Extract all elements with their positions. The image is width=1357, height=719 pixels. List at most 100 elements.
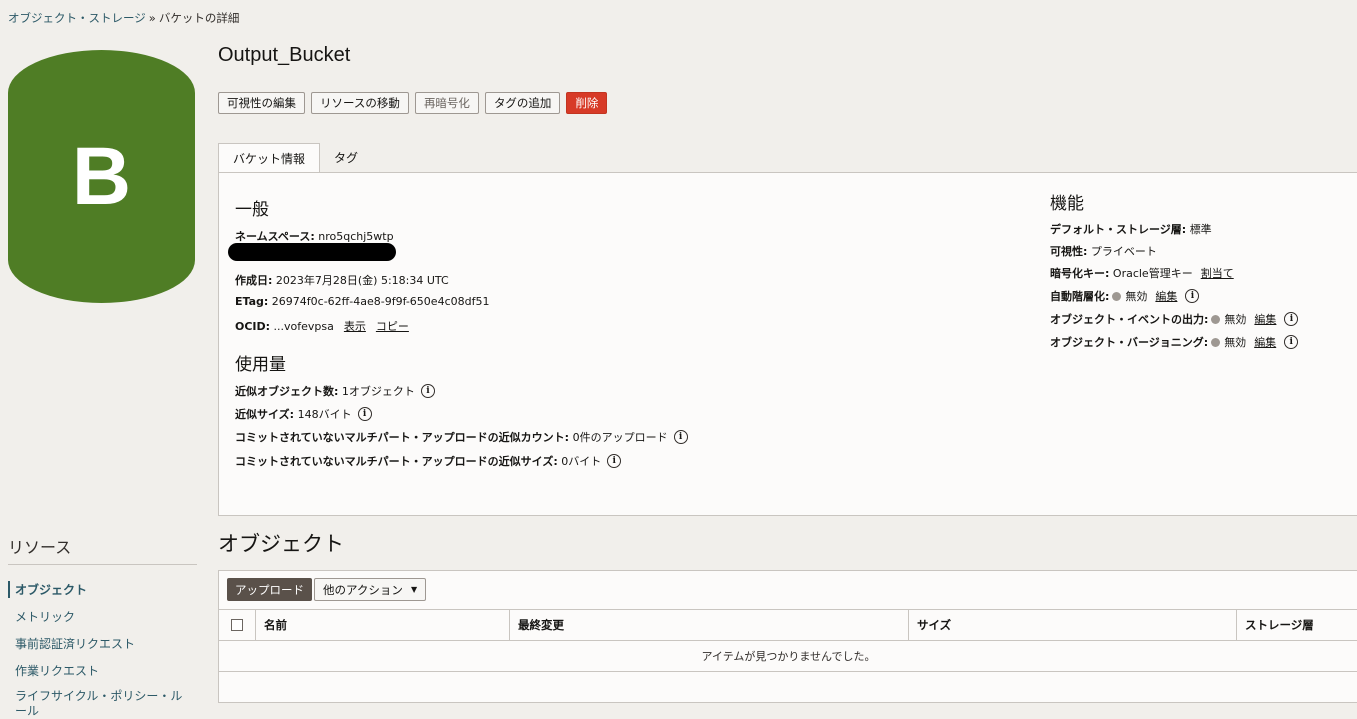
resources-heading: リソース (8, 538, 72, 557)
multipart-count-row: コミットされていないマルチパート・アップロードの近似カウント: 0件のアップロー… (235, 429, 688, 445)
resource-item-preauth-requests[interactable]: 事前認証済リクエスト (8, 635, 135, 652)
events-label: オブジェクト・イベントの出力: (1050, 313, 1209, 326)
etag-label: ETag: (235, 295, 269, 308)
ocid-copy-link[interactable]: コピー (376, 318, 409, 334)
column-name[interactable]: 名前 (255, 610, 509, 640)
redaction-mark (228, 243, 396, 261)
auto-tiering-label: 自動階層化: (1050, 290, 1110, 303)
bucket-avatar: B (8, 50, 195, 303)
breadcrumb-object-storage-link[interactable]: オブジェクト・ストレージ (8, 11, 146, 25)
encryption-row: 暗号化キー: Oracle管理キー 割当て (1050, 265, 1234, 281)
more-actions-button[interactable]: 他のアクション ▼ (314, 578, 427, 601)
general-heading: 一般 (235, 200, 269, 220)
column-size[interactable]: サイズ (908, 610, 1236, 640)
page-title: Output_Bucket (218, 44, 351, 66)
caret-down-icon: ▼ (410, 585, 418, 594)
multipart-size-row: コミットされていないマルチパート・アップロードの近似サイズ: 0バイト i (235, 453, 622, 469)
tab-bar: バケット情報 タグ (218, 143, 372, 173)
info-icon[interactable]: i (420, 384, 435, 398)
resource-item-lifecycle-rules[interactable]: ライフサイクル・ポリシー・ルール (8, 689, 185, 719)
visibility-row: 可視性: プライベート (1050, 243, 1157, 259)
encryption-label: 暗号化キー: (1050, 267, 1110, 280)
default-tier-label: デフォルト・ストレージ層: (1050, 223, 1187, 236)
select-all-cell (219, 610, 255, 640)
upload-button[interactable]: アップロード (227, 578, 312, 601)
more-actions-label: 他のアクション (323, 582, 403, 597)
approx-size-row: 近似サイズ: 148バイト i (235, 406, 372, 422)
visibility-value: プライベート (1090, 245, 1157, 258)
objects-panel: アップロード 他のアクション ▼ 名前 最終変更 サイズ ストレージ層 アイテム… (218, 570, 1357, 703)
status-dot-icon (1112, 291, 1122, 301)
namespace-row: ネームスペース: nro5qchj5wtp (235, 228, 394, 244)
versioning-label: オブジェクト・バージョニング: (1050, 336, 1209, 349)
multipart-size-value: 0バイト (561, 455, 602, 468)
auto-tiering-value: 無効 (1125, 290, 1148, 303)
action-bar: 可視性の編集 リソースの移動 再暗号化 タグの追加 削除 (218, 92, 608, 114)
ocid-row: OCID: ...vofevpsa 表示 コピー (235, 318, 409, 334)
versioning-value: 無効 (1224, 336, 1247, 349)
namespace-value: nro5qchj5wtp (318, 229, 394, 243)
versioning-row: オブジェクト・バージョニング: 無効 編集 i (1050, 334, 1299, 350)
add-tag-button[interactable]: タグの追加 (484, 92, 561, 114)
tab-bucket-info[interactable]: バケット情報 (218, 143, 321, 173)
created-row: 作成日: 2023年7月28日(金) 5:18:34 UTC (235, 272, 449, 288)
delete-button[interactable]: 削除 (566, 92, 608, 114)
approx-size-label: 近似サイズ: (235, 408, 295, 421)
resource-item-work-requests[interactable]: 作業リクエスト (8, 662, 99, 679)
auto-tiering-edit-link[interactable]: 編集 (1155, 288, 1177, 304)
info-icon[interactable]: i (1284, 312, 1299, 326)
default-tier-value: 標準 (1189, 223, 1212, 236)
events-value: 無効 (1224, 313, 1247, 326)
info-icon[interactable]: i (1185, 289, 1200, 303)
breadcrumb: オブジェクト・ストレージ» バケットの詳細 (8, 10, 239, 26)
empty-message: アイテムが見つかりませんでした。 (219, 641, 1357, 672)
encryption-assign-link[interactable]: 割当て (1201, 265, 1234, 281)
column-last-modified[interactable]: 最終変更 (509, 610, 908, 640)
approx-count-row: 近似オブジェクト数: 1オブジェクト i (235, 383, 435, 399)
multipart-count-label: コミットされていないマルチパート・アップロードの近似カウント: (235, 431, 570, 444)
ocid-value: ...vofevpsa (273, 319, 334, 333)
status-dot-icon (1211, 337, 1221, 347)
resources-divider (8, 564, 197, 565)
created-label: 作成日: (235, 274, 273, 287)
usage-heading: 使用量 (235, 355, 286, 375)
events-row: オブジェクト・イベントの出力: 無効 編集 i (1050, 311, 1299, 327)
multipart-count-value: 0件のアップロード (572, 431, 668, 444)
info-icon[interactable]: i (607, 454, 622, 468)
etag-row: ETag: 26974f0c-62ff-4ae8-9f9f-650e4c08df… (235, 295, 489, 308)
tab-tags[interactable]: タグ (320, 143, 372, 171)
namespace-label: ネームスペース: (235, 230, 315, 243)
ocid-show-link[interactable]: 表示 (344, 318, 366, 334)
features-heading: 機能 (1050, 194, 1084, 214)
resource-item-metrics[interactable]: メトリック (8, 608, 75, 625)
status-dot-icon (1211, 314, 1221, 324)
visibility-label: 可視性: (1050, 245, 1088, 258)
info-icon[interactable]: i (673, 430, 688, 444)
etag-value: 26974f0c-62ff-4ae8-9f9f-650e4c08df51 (271, 295, 490, 308)
approx-size-value: 148バイト (297, 408, 352, 421)
multipart-size-label: コミットされていないマルチパート・アップロードの近似サイズ: (235, 455, 558, 468)
approx-count-value: 1オブジェクト (341, 385, 415, 398)
default-tier-row: デフォルト・ストレージ層: 標準 (1050, 221, 1212, 237)
versioning-edit-link[interactable]: 編集 (1254, 334, 1276, 350)
breadcrumb-separator: » (148, 11, 156, 25)
encryption-value: Oracle管理キー (1112, 267, 1193, 280)
approx-count-label: 近似オブジェクト数: (235, 385, 339, 398)
resource-item-objects[interactable]: オブジェクト (8, 581, 87, 598)
auto-tiering-row: 自動階層化: 無効 編集 i (1050, 288, 1200, 304)
breadcrumb-current: バケットの詳細 (158, 11, 240, 25)
move-resource-button[interactable]: リソースの移動 (311, 92, 409, 114)
objects-table-header: 名前 最終変更 サイズ ストレージ層 (219, 609, 1357, 641)
avatar-letter: B (71, 130, 132, 222)
objects-heading: オブジェクト (218, 532, 344, 556)
reencrypt-button[interactable]: 再暗号化 (414, 92, 479, 114)
ocid-label: OCID: (235, 319, 271, 333)
column-storage-tier[interactable]: ストレージ層 (1236, 610, 1357, 640)
select-all-checkbox[interactable] (231, 619, 243, 631)
bucket-info-panel: 一般 ネームスペース: nro5qchj5wtp 作成日: 2023年7月28日… (218, 172, 1357, 516)
events-edit-link[interactable]: 編集 (1254, 311, 1276, 327)
edit-visibility-button[interactable]: 可視性の編集 (218, 92, 305, 114)
info-icon[interactable]: i (1284, 335, 1299, 349)
info-icon[interactable]: i (357, 407, 372, 421)
created-value: 2023年7月28日(金) 5:18:34 UTC (275, 274, 449, 287)
